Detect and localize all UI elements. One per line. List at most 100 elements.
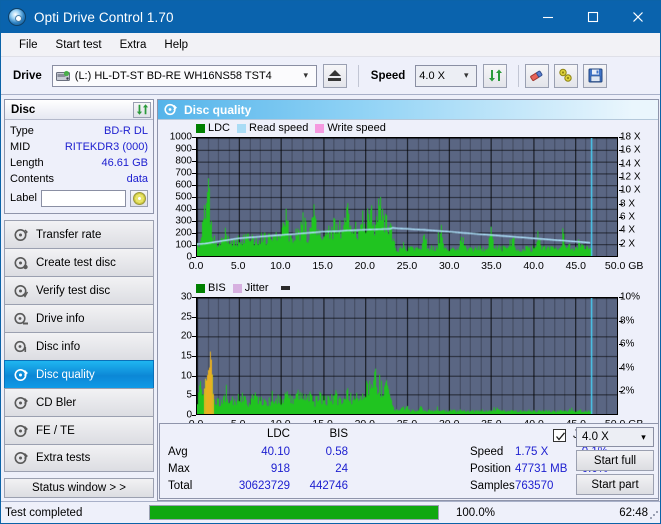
stats-max-ldc: 918	[270, 463, 290, 475]
disc-burn-icon	[12, 256, 30, 270]
y-tick-mark	[192, 173, 196, 174]
disc-group-title: Disc	[11, 103, 36, 116]
menu-item-start-test[interactable]: Start test	[47, 36, 111, 54]
floppy-save-icon	[588, 68, 603, 83]
sidebar-item-label: Drive info	[36, 312, 85, 325]
y2-axis-tick: 2%	[620, 385, 635, 397]
disc-type-label: Type	[10, 125, 34, 137]
y-axis-tick: 600	[175, 179, 192, 191]
legend-label-bis: BIS	[208, 282, 226, 294]
legend-read-speed: Read speed	[237, 122, 308, 134]
start-part-button[interactable]: Start part	[576, 474, 654, 495]
drive-info-icon	[12, 312, 30, 326]
y2-axis-tick: 18 X	[620, 131, 641, 143]
refresh-icon	[136, 104, 148, 115]
disc-label-button[interactable]	[130, 189, 148, 207]
y-axis-tick: 200	[175, 227, 192, 239]
y-axis-tick: 20	[180, 330, 192, 342]
disc-contents-row: Contents data	[10, 171, 148, 187]
menu-item-file[interactable]: File	[10, 36, 47, 54]
y2-axis-tick: 6%	[620, 338, 635, 350]
stats-samples-label: Samples	[470, 480, 515, 492]
progress-bar	[149, 505, 439, 520]
close-button[interactable]	[615, 1, 660, 33]
disc-label-input[interactable]	[40, 189, 126, 207]
sidebar-item-label: Disc quality	[36, 368, 95, 381]
x-axis-tick: 50.0 GB	[604, 260, 644, 272]
tools-button[interactable]	[554, 63, 579, 88]
sidebar-item-verify-test-disc[interactable]: Verify test disc	[4, 276, 154, 304]
stats-samples-value: 763570	[515, 480, 554, 492]
x-axis-tick: 40.0	[523, 260, 544, 272]
drive-select[interactable]: (L:) HL-DT-ST BD-RE WH16NS58 TST4 ▾	[51, 64, 317, 87]
sidebar-item-fe-te[interactable]: FE / TE	[4, 416, 154, 444]
eject-button[interactable]	[322, 63, 347, 88]
sidebar-item-label: Verify test disc	[36, 284, 111, 297]
y-axis-tick: 30	[180, 291, 192, 303]
save-button[interactable]	[583, 63, 608, 88]
y2-axis-tick: 10%	[620, 291, 641, 303]
disc-type-value: BD-R DL	[103, 125, 148, 137]
y2-axis-tick: 12 X	[620, 171, 641, 183]
sidebar-item-cd-bler[interactable]: CD Bler	[4, 388, 154, 416]
maximize-button[interactable]	[570, 1, 615, 33]
chevron-down-icon: ▾	[641, 431, 646, 442]
disc-refresh-button[interactable]	[133, 101, 151, 118]
y2-tick-mark	[619, 344, 623, 345]
chevron-down-icon: ▾	[303, 70, 309, 80]
sidebar-item-disc-quality[interactable]: Disc quality	[4, 360, 154, 388]
y2-axis-tick: 10 X	[620, 184, 641, 196]
stats-row-avg: Avg	[168, 446, 188, 458]
status-window-button[interactable]: Status window > >	[4, 478, 154, 498]
sidebar-item-label: Extra tests	[36, 452, 91, 464]
menu-item-help[interactable]: Help	[155, 36, 197, 54]
stats-speed-label: Speed	[470, 446, 504, 458]
menu-item-extra[interactable]: Extra	[111, 36, 156, 54]
sidebar-item-extra-tests[interactable]: Extra tests	[4, 444, 154, 472]
stats-total-ldc: 30623729	[238, 480, 290, 492]
ldc-plot-canvas	[197, 138, 617, 256]
speed-select[interactable]: 4.0 X ▾	[415, 64, 478, 87]
erase-button[interactable]	[525, 63, 550, 88]
legend-label-write-speed: Write speed	[327, 122, 386, 134]
disc-length-label: Length	[10, 157, 44, 169]
stats-row-total: Total	[168, 480, 193, 492]
resize-grip-icon[interactable]	[649, 510, 659, 520]
panel-header: Disc quality	[158, 100, 658, 120]
y-axis-tick: 100	[175, 239, 192, 251]
y2-tick-mark	[619, 204, 623, 205]
stats-panel: LDC BIS Jitter Avg Max Total 40.10 918 3…	[159, 423, 659, 499]
sidebar-item-transfer-rate[interactable]: Transfer rate	[4, 220, 154, 248]
y-axis-tick: 400	[175, 203, 192, 215]
y2-axis-tick: 8%	[620, 315, 635, 327]
stats-max-bis: 24	[335, 463, 348, 475]
toolbar-divider-2	[518, 64, 520, 87]
y-tick-mark	[192, 297, 196, 298]
minimize-button[interactable]	[525, 1, 570, 33]
sidebar-item-create-test-disc[interactable]: Create test disc	[4, 248, 154, 276]
disc-group: Disc Type BD-R DL MID RITEKDR3 (000) Len…	[4, 99, 154, 214]
sidebar-item-label: Disc info	[36, 340, 81, 353]
sidebar-item-drive-info[interactable]: Drive info	[4, 304, 154, 332]
y-tick-mark	[192, 395, 196, 396]
stats-row-max: Max	[168, 463, 190, 475]
sidebar-item-disc-info[interactable]: Disc info	[4, 332, 154, 360]
nav-list: Transfer rate Create test disc Verify te…	[4, 220, 154, 472]
jitter-checkbox[interactable]	[553, 429, 566, 442]
bis-chart-legend: BIS Jitter	[196, 282, 290, 294]
legend-ldc: LDC	[196, 122, 230, 134]
refresh-button[interactable]	[483, 63, 508, 88]
start-full-button[interactable]: Start full	[576, 450, 654, 471]
sidebar-item-label: CD Bler	[36, 396, 77, 409]
legend-label-read-speed: Read speed	[249, 122, 309, 134]
test-speed-select[interactable]: 4.0 X ▾	[576, 427, 654, 447]
drive-label: Drive	[13, 69, 42, 82]
legend-swatch-bis	[196, 283, 205, 293]
legend-swatch-ldc	[196, 123, 205, 133]
check-icon	[556, 432, 566, 441]
bis-chart: BIS Jitter 0510152025302%4%6%8%10%0.05.0…	[158, 280, 656, 438]
y-axis-tick: 900	[175, 143, 192, 155]
left-sidebar: Disc Type BD-R DL MID RITEKDR3 (000) Len…	[1, 96, 157, 501]
menu-bar: File Start test Extra Help	[1, 33, 660, 57]
stats-position-value: 47731 MB	[515, 463, 568, 475]
